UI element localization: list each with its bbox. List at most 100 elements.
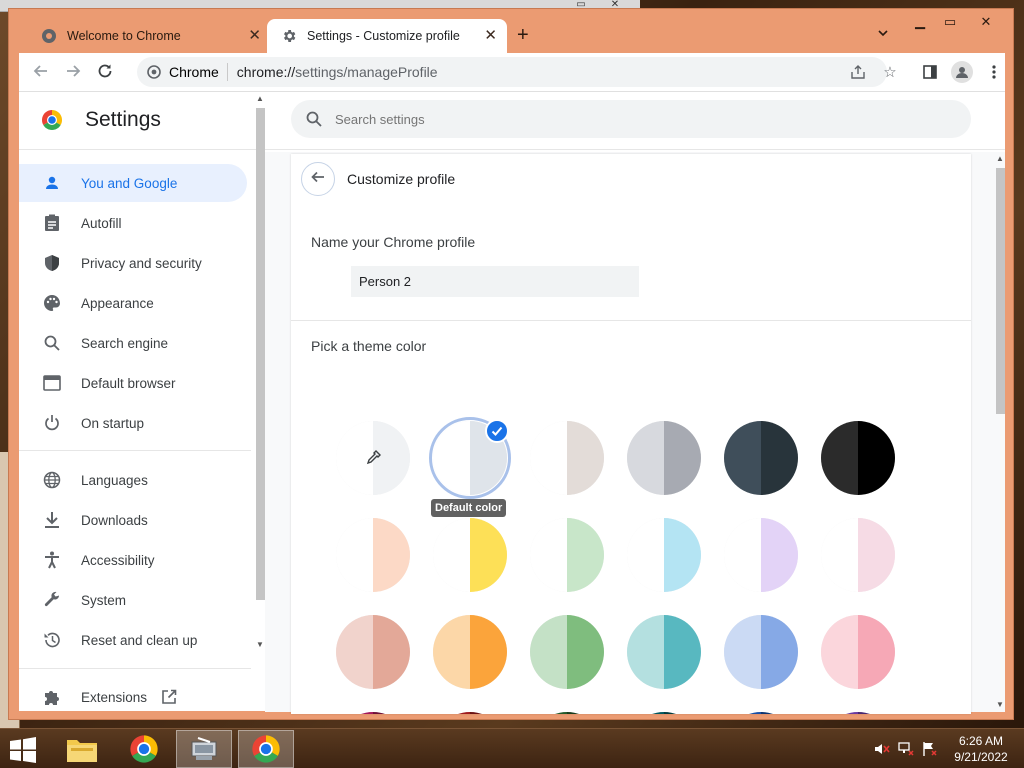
- swatch-left-half: [336, 518, 373, 592]
- reload-icon[interactable]: [95, 62, 115, 82]
- system-clock[interactable]: 6:26 AM 9/21/2022: [946, 733, 1016, 765]
- sidebar-item-search-engine[interactable]: Search engine: [19, 324, 247, 362]
- swatch-left-half: [627, 712, 664, 714]
- chrome-taskbar-icon[interactable]: [238, 730, 294, 768]
- sidebar-item-default-browser[interactable]: Default browser: [19, 364, 247, 402]
- new-tab-icon[interactable]: +: [517, 25, 529, 45]
- sidebar-item-autofill[interactable]: Autofill: [19, 204, 247, 242]
- sidebar-item-label: Reset and clean up: [81, 632, 198, 648]
- browser-icon: [42, 373, 62, 393]
- theme-swatch-green[interactable]: [530, 615, 604, 689]
- scroll-up-icon[interactable]: ▲: [256, 94, 264, 103]
- sidebar-scrollbar[interactable]: ▲ ▼: [255, 92, 265, 652]
- theme-swatch-yellow-light[interactable]: [433, 518, 507, 592]
- swatch-left-half: [627, 615, 664, 689]
- globe-icon: [42, 470, 62, 490]
- side-panel-icon[interactable]: [921, 63, 939, 81]
- sidebar-item-label: You and Google: [81, 175, 178, 191]
- theme-swatch-purple[interactable]: [821, 712, 895, 714]
- theme-swatch-grey[interactable]: [627, 421, 701, 495]
- swatch-right-half: [858, 615, 895, 689]
- bookmark-star-icon[interactable]: ☆: [881, 63, 899, 81]
- theme-swatch-blue[interactable]: [724, 615, 798, 689]
- swatch-left-half: [433, 518, 470, 592]
- speaker-muted-icon[interactable]: [874, 741, 890, 757]
- swatch-left-half: [336, 712, 373, 714]
- close-tab-icon[interactable]: ✕: [248, 28, 261, 44]
- tab-title: Welcome to Chrome: [67, 29, 181, 43]
- tab-welcome[interactable]: Welcome to Chrome ✕: [27, 19, 271, 53]
- swatch-left-half: [724, 518, 761, 592]
- network-share-icon[interactable]: [176, 730, 232, 768]
- sidebar-item-reset[interactable]: Reset and clean up: [19, 621, 247, 659]
- swatch-right-half: [373, 518, 410, 592]
- sidebar-item-languages[interactable]: Languages: [19, 461, 247, 499]
- search-icon: [42, 333, 62, 353]
- selected-check-icon: [485, 419, 509, 443]
- search-settings-box[interactable]: [291, 100, 971, 138]
- theme-swatch-navy[interactable]: [724, 712, 798, 714]
- sidebar-item-accessibility[interactable]: Accessibility: [19, 541, 247, 579]
- theme-swatch-blue-grey[interactable]: [724, 421, 798, 495]
- theme-swatch-lavender-light[interactable]: [724, 518, 798, 592]
- swatch-left-half: [530, 518, 567, 592]
- network-icon[interactable]: [898, 741, 914, 757]
- main-scrollbar[interactable]: ▲ ▼: [995, 152, 1005, 712]
- swatch-right-half: [470, 712, 507, 714]
- theme-swatch-magenta[interactable]: [336, 712, 410, 714]
- theme-swatch-cyan-light[interactable]: [627, 518, 701, 592]
- sidebar-item-downloads[interactable]: Downloads: [19, 501, 247, 539]
- tab-search-chevron-icon[interactable]: [877, 27, 889, 42]
- external-link-icon: [161, 689, 177, 705]
- action-center-flag-icon[interactable]: [922, 741, 938, 757]
- browser-toolbar: Chrome chrome://settings/manageProfile ☆: [19, 53, 1005, 91]
- scroll-down-icon[interactable]: ▼: [256, 640, 264, 649]
- clipboard-icon: [42, 213, 62, 233]
- sidebar-item-appearance[interactable]: Appearance: [19, 284, 247, 322]
- theme-swatch-dark-teal[interactable]: [627, 712, 701, 714]
- swatch-left-half: [530, 615, 567, 689]
- sidebar-item-on-startup[interactable]: On startup: [19, 404, 247, 442]
- file-explorer-icon[interactable]: [54, 730, 110, 768]
- back-arrow-icon[interactable]: [31, 62, 51, 82]
- forward-arrow-icon[interactable]: [63, 62, 83, 82]
- scrollbar-thumb[interactable]: [996, 168, 1005, 414]
- customize-profile-card: Customize profile Name your Chrome profi…: [291, 154, 971, 714]
- theme-swatch-salmon[interactable]: [336, 615, 410, 689]
- minimize-icon[interactable]: ▁: [905, 13, 935, 31]
- theme-swatch-custom[interactable]: [336, 421, 410, 495]
- sidebar-item-system[interactable]: System: [19, 581, 247, 619]
- chrome-taskbar-icon[interactable]: [116, 730, 172, 768]
- tab-settings[interactable]: Settings - Customize profile ✕: [267, 19, 507, 53]
- theme-swatch-pink-light[interactable]: [821, 518, 895, 592]
- search-input[interactable]: [335, 111, 895, 127]
- swatch-left-half: [433, 615, 470, 689]
- swatch-right-half: [858, 421, 895, 495]
- theme-swatch-pink[interactable]: [821, 615, 895, 689]
- close-window-icon[interactable]: ✕: [971, 13, 1001, 31]
- scroll-up-icon[interactable]: ▲: [996, 154, 1004, 163]
- scrollbar-thumb[interactable]: [256, 108, 265, 600]
- sidebar-item-extensions[interactable]: Extensions: [19, 678, 247, 716]
- profile-avatar-icon[interactable]: [951, 61, 973, 83]
- theme-swatch-green-light[interactable]: [530, 518, 604, 592]
- sidebar-item-you-and-google[interactable]: You and Google: [19, 164, 247, 202]
- theme-swatch-teal[interactable]: [627, 615, 701, 689]
- theme-swatch-black[interactable]: [821, 421, 895, 495]
- theme-swatch-orange[interactable]: [433, 615, 507, 689]
- theme-swatch-red[interactable]: [433, 712, 507, 714]
- scroll-down-icon[interactable]: ▼: [996, 700, 1004, 709]
- kebab-menu-icon[interactable]: [985, 63, 1003, 81]
- sidebar-item-label: Extensions: [81, 689, 148, 705]
- sidebar-item-privacy[interactable]: Privacy and security: [19, 244, 247, 282]
- theme-swatch-dark-green[interactable]: [530, 712, 604, 714]
- share-icon[interactable]: [849, 63, 867, 81]
- swatch-left-half: [627, 518, 664, 592]
- windows-start-icon[interactable]: [8, 737, 38, 763]
- close-tab-icon[interactable]: ✕: [484, 28, 497, 44]
- theme-swatch-peach-light[interactable]: [336, 518, 410, 592]
- omnibox[interactable]: Chrome chrome://settings/manageProfile: [137, 57, 887, 87]
- settings-sidebar: You and Google Autofill Privacy and secu…: [19, 152, 255, 712]
- theme-swatch-warm-grey[interactable]: [530, 421, 604, 495]
- maximize-icon[interactable]: ▭: [935, 13, 965, 31]
